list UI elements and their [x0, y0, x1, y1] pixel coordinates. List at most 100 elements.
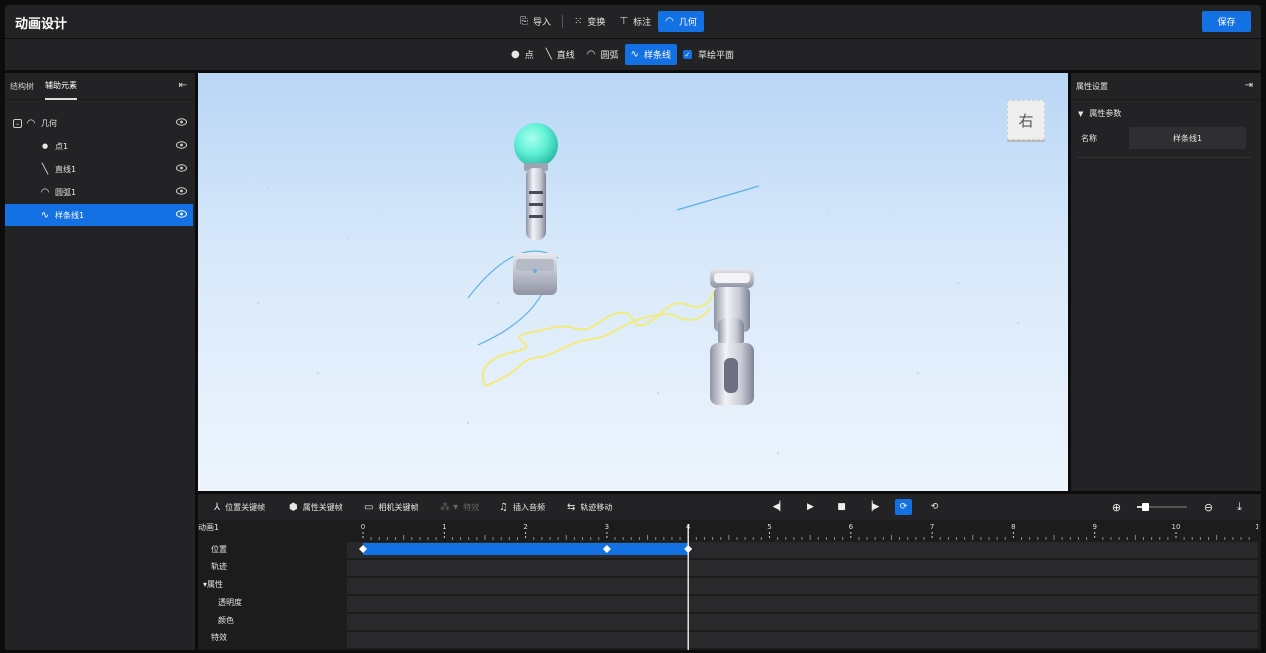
camera-icon: ▭: [364, 501, 374, 513]
track-label-position[interactable]: 位置: [211, 544, 227, 555]
track-move-button[interactable]: ⇆ 轨迹移动: [567, 494, 612, 520]
tree-item-point1[interactable]: ● 点1: [5, 135, 193, 157]
dot-icon: ●: [41, 142, 49, 150]
effect-icon: ⁂ ▾: [440, 501, 459, 513]
property-keyframe-label: 属性关键帧: [302, 502, 343, 512]
tree-item-spline1[interactable]: ∿ 样条线1: [5, 204, 193, 226]
position-keyframe-range[interactable]: [363, 543, 689, 555]
step-back-button[interactable]: ◀▏: [771, 499, 788, 515]
track-label-effect[interactable]: 特效: [211, 632, 227, 643]
position-keyframe-button[interactable]: ⅄ 位置关键帧: [214, 494, 265, 520]
eye-icon[interactable]: [176, 164, 187, 172]
play-icon: ▶: [807, 502, 814, 512]
position-keyframe-icon: ⅄: [214, 501, 221, 513]
left-panel-tabs: 结构树 辅助元素 ⇤: [5, 73, 195, 100]
insert-audio-button[interactable]: ♫ 插入音频: [499, 494, 545, 520]
tab-structure-tree[interactable]: 结构树: [10, 73, 34, 100]
checkbox-checked-icon[interactable]: ✓: [682, 50, 692, 59]
annotation-label: 标注: [633, 18, 652, 28]
tree-item-label: 直线1: [55, 164, 77, 174]
robot-arm-model[interactable]: [710, 268, 754, 405]
3d-viewport[interactable]: 右: [198, 73, 1068, 491]
arc-icon: ◠: [26, 117, 36, 129]
camera-keyframe-label: 相机关键帧: [378, 502, 419, 512]
download-button[interactable]: ⤓: [1231, 499, 1248, 515]
line1-shape[interactable]: [676, 185, 760, 211]
tree-item-arc1[interactable]: ◠ 圆弧1: [5, 181, 193, 203]
zoom-slider-handle[interactable]: [1142, 503, 1149, 511]
effect-button[interactable]: ⁂ ▾ 特效: [440, 494, 479, 520]
loop-once-button[interactable]: ⟲: [926, 499, 943, 515]
collapse-left-icon[interactable]: ⇤: [179, 80, 187, 91]
audio-icon: ♫: [499, 501, 508, 513]
spline-tool[interactable]: ∿ 样条线: [624, 44, 677, 65]
view-cube[interactable]: 右: [1007, 100, 1045, 140]
insert-audio-label: 插入音频: [512, 502, 545, 512]
annotation-button[interactable]: ⊤ 标注: [612, 11, 658, 32]
name-label: 名称: [1081, 133, 1097, 143]
geometry-button[interactable]: ◠ 几何: [658, 11, 704, 32]
loop-icon: ⟳: [899, 502, 908, 512]
point-tool[interactable]: ● 点: [505, 44, 540, 65]
properties-header: 属性设置 ⇥: [1071, 73, 1261, 100]
tree-item-label: 圆弧1: [55, 187, 77, 197]
import-button[interactable]: ⎘ 导入: [513, 11, 558, 32]
keyframe-layer[interactable]: [347, 520, 1258, 650]
play-button[interactable]: ▶: [802, 499, 819, 515]
line-tool[interactable]: ╲ 直线: [540, 44, 581, 65]
timeline-toolbar: ⅄ 位置关键帧 ⬢ 属性关键帧 ▭ 相机关键帧 ⁂ ▾ 特效 ♫ 插入音频 ⇆ 轨迹移动 ◀…: [198, 494, 1261, 520]
top-toolbar: ⎘ 导入 ⁙ 变换 ⊤ 标注 ◠ 几何: [513, 11, 704, 32]
step-back-icon: ◀▏: [772, 502, 787, 512]
name-field[interactable]: 样条线1: [1129, 127, 1246, 149]
track-label-opacity[interactable]: 透明度: [218, 597, 242, 608]
track-label-trajectory[interactable]: 轨迹: [211, 561, 227, 572]
arc-icon: ◠: [40, 186, 50, 198]
line-icon: ╲: [545, 49, 552, 60]
tree-item-line1[interactable]: ╲ 直线1: [5, 158, 193, 180]
dot-icon: ●: [511, 49, 520, 60]
property-keyframe-button[interactable]: ⬢ 属性关键帧: [289, 494, 343, 520]
import-label: 导入: [533, 18, 552, 28]
arc-label: 圆弧: [600, 51, 619, 61]
stop-icon: ■: [837, 502, 846, 512]
line-icon: ╲: [41, 163, 49, 175]
loop-once-icon: ⟲: [930, 502, 939, 512]
properties-section-header[interactable]: ▼ 属性参数: [1078, 108, 1121, 119]
eye-icon[interactable]: [176, 210, 187, 218]
scene-grid-points: [256, 131, 1020, 455]
tree-item-geometry[interactable]: ⌄ ◠ 几何: [5, 112, 193, 134]
transform-icon: ⁙: [574, 16, 583, 27]
step-forward-button[interactable]: ▕▶: [864, 499, 881, 515]
zoom-out-button[interactable]: ⊖: [1200, 499, 1217, 515]
eye-icon[interactable]: [176, 118, 187, 126]
track-label-attributes[interactable]: ▾属性: [203, 579, 223, 590]
sketch-plane-toggle[interactable]: ✓ 草绘平面: [677, 44, 740, 65]
timeline-grid[interactable]: 0123456789101: [347, 520, 1258, 650]
camera-keyframe-button[interactable]: ▭ 相机关键帧: [364, 494, 418, 520]
loop-button[interactable]: ⟳: [895, 499, 912, 515]
tree-item-label: 点1: [55, 141, 69, 151]
scene-canvas[interactable]: [198, 73, 1068, 491]
zoom-slider[interactable]: [1137, 503, 1187, 511]
save-button[interactable]: 保存: [1202, 11, 1251, 32]
zoom-in-button[interactable]: ⊕: [1108, 499, 1125, 515]
spline1-shape[interactable]: [482, 290, 714, 387]
annotation-icon: ⊤: [619, 16, 629, 27]
geometry-toolbar: ● 点 ╲ 直线 ◠ 圆弧 ∿ 样条线 ✓ 草绘平面: [5, 39, 1261, 70]
spline-icon: ∿: [630, 49, 639, 60]
stop-button[interactable]: ■: [833, 499, 850, 515]
track-move-icon: ⇆: [567, 501, 576, 513]
arc-icon: ◠: [665, 16, 674, 27]
arc-tool[interactable]: ◠ 圆弧: [581, 44, 625, 65]
track-move-label: 轨迹移动: [580, 502, 613, 512]
tab-auxiliary-elements[interactable]: 辅助元素: [45, 73, 77, 100]
eye-icon[interactable]: [176, 187, 187, 195]
timeline-track-labels: 动画1 位置 轨迹 ▾属性 透明度 颜色 特效: [198, 520, 346, 650]
robot-gripper-model[interactable]: [513, 123, 558, 295]
collapse-toggle-icon[interactable]: ⌄: [13, 118, 22, 128]
collapse-right-icon[interactable]: ⇥: [1245, 80, 1253, 91]
transform-button[interactable]: ⁙ 变换: [567, 11, 612, 32]
eye-icon[interactable]: [176, 141, 187, 149]
track-label-color[interactable]: 颜色: [218, 615, 234, 626]
position-keyframe-label: 位置关键帧: [225, 502, 266, 512]
